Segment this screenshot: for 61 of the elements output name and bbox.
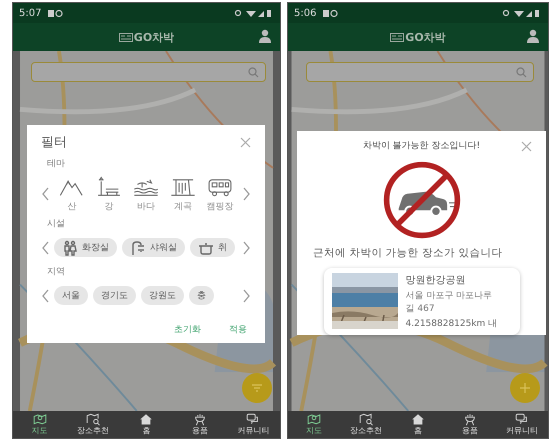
filter-chip[interactable]: 충	[189, 286, 214, 305]
apply-button[interactable]: 적용	[229, 323, 247, 336]
nav-tab[interactable]: 커뮤니티	[229, 412, 278, 436]
search-icon	[248, 66, 259, 78]
dialog-title: 필터	[41, 134, 67, 151]
nav-tab[interactable]: 용품	[176, 412, 224, 436]
filter-chip[interactable]: 경기도	[93, 286, 136, 305]
theme-option[interactable]: 강	[94, 174, 124, 213]
nav-tab[interactable]: 홈	[394, 412, 442, 436]
notification-icons	[47, 8, 64, 18]
nav-tab[interactable]: 장소추천	[69, 412, 118, 436]
nav-tab[interactable]: 지도	[16, 412, 64, 436]
system-status-icons	[234, 8, 274, 18]
search-field[interactable]	[31, 62, 266, 82]
profile-icon[interactable]	[258, 29, 272, 43]
filter-chip[interactable]: 서울	[54, 286, 88, 305]
logo-icon	[390, 32, 404, 42]
app-title: GO차박	[134, 30, 174, 44]
app-title: GO차박	[405, 30, 446, 44]
chat-bubbles-icon	[514, 412, 530, 426]
filter-chip[interactable]: 화장실	[54, 238, 117, 257]
filter-icon	[252, 384, 262, 392]
map-pin-icon	[306, 412, 322, 426]
filter-chip[interactable]: 취	[190, 238, 235, 257]
nav-tab[interactable]: 홈	[122, 412, 170, 436]
shower-icon	[130, 240, 146, 256]
logo-icon	[118, 32, 133, 42]
map-search-icon	[85, 412, 102, 426]
reset-button[interactable]: 초기화	[174, 323, 201, 336]
toilet-sign-icon	[62, 240, 78, 256]
theme-option[interactable]: 계곡	[168, 174, 198, 213]
section-label: 테마	[47, 158, 66, 170]
chevron-right-icon[interactable]	[242, 240, 251, 256]
chevron-left-icon[interactable]	[41, 186, 50, 202]
notification-icons	[322, 8, 338, 18]
theme-option[interactable]: 바다	[130, 174, 162, 213]
section-label: 시설	[47, 218, 66, 230]
status-time: 5:06	[294, 8, 316, 18]
chevron-left-icon[interactable]	[41, 288, 50, 304]
chevron-right-icon[interactable]	[242, 288, 251, 304]
filter-chip[interactable]: 샤워실	[122, 238, 185, 257]
theme-option[interactable]: 산	[56, 174, 88, 213]
map-search-icon	[358, 412, 374, 426]
nav-tab[interactable]: 용품	[446, 412, 494, 436]
lamp-bench-icon	[95, 174, 123, 198]
nav-tab[interactable]: 지도	[290, 412, 338, 436]
home-icon	[138, 412, 154, 426]
system-status-icons	[502, 8, 542, 18]
nav-tab[interactable]: 커뮤니티	[498, 412, 546, 436]
filter-chip[interactable]: 강원도	[141, 286, 184, 305]
status-time: 5:07	[19, 8, 42, 18]
profile-icon[interactable]	[526, 29, 540, 43]
chevron-right-icon[interactable]	[242, 186, 251, 202]
nav-tab[interactable]: 장소추천	[342, 412, 390, 436]
theme-option[interactable]: 캠핑장	[204, 174, 236, 213]
close-icon[interactable]	[240, 136, 251, 148]
map-pin-icon	[32, 412, 48, 426]
chevron-left-icon[interactable]	[41, 240, 50, 256]
home-icon	[410, 412, 426, 426]
section-label: 지역	[47, 266, 66, 278]
grill-icon	[462, 412, 478, 426]
